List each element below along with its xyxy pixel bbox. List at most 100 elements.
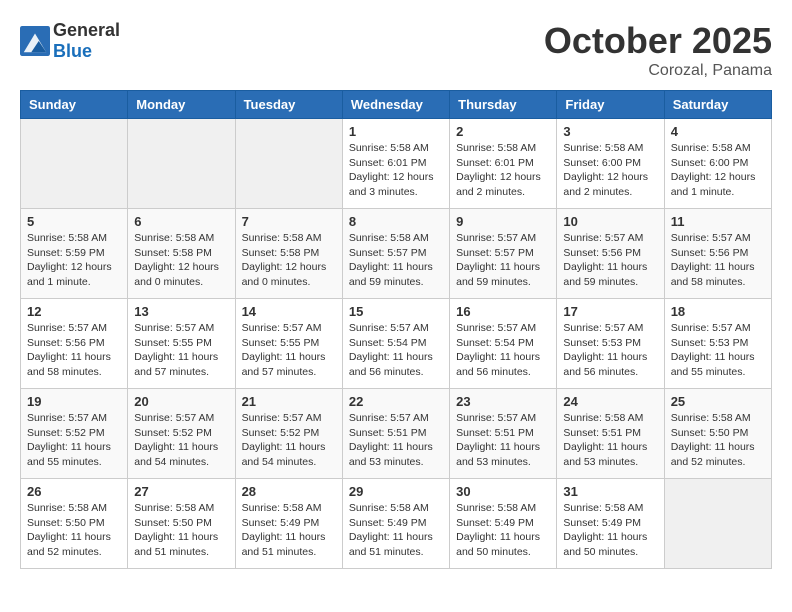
day-number: 19: [27, 394, 121, 409]
day-info: Sunrise: 5:57 AM Sunset: 5:56 PM Dayligh…: [563, 231, 657, 290]
day-info: Sunrise: 5:57 AM Sunset: 5:52 PM Dayligh…: [242, 411, 336, 470]
calendar-cell: 5 Sunrise: 5:58 AM Sunset: 5:59 PM Daylig…: [21, 209, 128, 299]
calendar-cell: 19 Sunrise: 5:57 AM Sunset: 5:52 PM Dayli…: [21, 389, 128, 479]
day-number: 30: [456, 484, 550, 499]
day-info: Sunrise: 5:58 AM Sunset: 5:58 PM Dayligh…: [134, 231, 228, 290]
day-number: 31: [563, 484, 657, 499]
month-title: October 2025: [544, 20, 772, 62]
calendar-week-row: 5 Sunrise: 5:58 AM Sunset: 5:59 PM Daylig…: [21, 209, 772, 299]
calendar-cell: [664, 479, 771, 569]
day-number: 18: [671, 304, 765, 319]
day-number: 17: [563, 304, 657, 319]
day-info: Sunrise: 5:57 AM Sunset: 5:55 PM Dayligh…: [242, 321, 336, 380]
page-header: General Blue October 2025 Corozal, Panam…: [20, 20, 772, 80]
day-number: 12: [27, 304, 121, 319]
logo-general-text: General: [53, 20, 120, 40]
day-info: Sunrise: 5:57 AM Sunset: 5:51 PM Dayligh…: [456, 411, 550, 470]
calendar-cell: 3Sunrise: 5:58 AM Sunset: 6:00 PM Daylig…: [557, 119, 664, 209]
day-info: Sunrise: 5:58 AM Sunset: 6:00 PM Dayligh…: [671, 141, 765, 200]
day-number: 20: [134, 394, 228, 409]
day-info: Sunrise: 5:58 AM Sunset: 5:58 PM Dayligh…: [242, 231, 336, 290]
day-info: Sunrise: 5:57 AM Sunset: 5:56 PM Dayligh…: [671, 231, 765, 290]
calendar-cell: 29 Sunrise: 5:58 AM Sunset: 5:49 PM Dayli…: [342, 479, 449, 569]
day-number: 5: [27, 214, 121, 229]
day-info: Sunrise: 5:58 AM Sunset: 5:50 PM Dayligh…: [134, 501, 228, 560]
day-number: 28: [242, 484, 336, 499]
calendar-cell: 28 Sunrise: 5:58 AM Sunset: 5:49 PM Dayli…: [235, 479, 342, 569]
day-info: Sunrise: 5:58 AM Sunset: 5:49 PM Dayligh…: [456, 501, 550, 560]
day-number: 27: [134, 484, 228, 499]
location: Corozal, Panama: [544, 62, 772, 80]
day-number: 3: [563, 124, 657, 139]
day-number: 11: [671, 214, 765, 229]
calendar-table: SundayMondayTuesdayWednesdayThursdayFrid…: [20, 90, 772, 569]
calendar-cell: 20Sunrise: 5:57 AM Sunset: 5:52 PM Dayli…: [128, 389, 235, 479]
day-number: 24: [563, 394, 657, 409]
calendar-cell: 31 Sunrise: 5:58 AM Sunset: 5:49 PM Dayli…: [557, 479, 664, 569]
calendar-cell: 13 Sunrise: 5:57 AM Sunset: 5:55 PM Dayli…: [128, 299, 235, 389]
calendar-cell: 11 Sunrise: 5:57 AM Sunset: 5:56 PM Dayli…: [664, 209, 771, 299]
day-number: 14: [242, 304, 336, 319]
column-header-sunday: Sunday: [21, 91, 128, 119]
day-info: Sunrise: 5:57 AM Sunset: 5:54 PM Dayligh…: [456, 321, 550, 380]
day-info: Sunrise: 5:58 AM Sunset: 5:49 PM Dayligh…: [242, 501, 336, 560]
day-number: 6: [134, 214, 228, 229]
column-header-saturday: Saturday: [664, 91, 771, 119]
day-info: Sunrise: 5:57 AM Sunset: 5:55 PM Dayligh…: [134, 321, 228, 380]
day-info: Sunrise: 5:57 AM Sunset: 5:56 PM Dayligh…: [27, 321, 121, 380]
logo: General Blue: [20, 20, 120, 62]
calendar-cell: 16 Sunrise: 5:57 AM Sunset: 5:54 PM Dayli…: [450, 299, 557, 389]
calendar-cell: 30 Sunrise: 5:58 AM Sunset: 5:49 PM Dayli…: [450, 479, 557, 569]
day-number: 8: [349, 214, 443, 229]
day-number: 26: [27, 484, 121, 499]
calendar-cell: 1 Sunrise: 5:58 AM Sunset: 6:01 PM Daylig…: [342, 119, 449, 209]
calendar-header-row: SundayMondayTuesdayWednesdayThursdayFrid…: [21, 91, 772, 119]
day-number: 16: [456, 304, 550, 319]
calendar-cell: 23 Sunrise: 5:57 AM Sunset: 5:51 PM Dayli…: [450, 389, 557, 479]
day-info: Sunrise: 5:58 AM Sunset: 6:01 PM Dayligh…: [349, 141, 443, 200]
calendar-cell: 27 Sunrise: 5:58 AM Sunset: 5:50 PM Dayli…: [128, 479, 235, 569]
calendar-cell: 8 Sunrise: 5:58 AM Sunset: 5:57 PM Daylig…: [342, 209, 449, 299]
day-info: Sunrise: 5:58 AM Sunset: 5:50 PM Dayligh…: [27, 501, 121, 560]
calendar-week-row: 26 Sunrise: 5:58 AM Sunset: 5:50 PM Dayli…: [21, 479, 772, 569]
calendar-cell: 4Sunrise: 5:58 AM Sunset: 6:00 PM Daylig…: [664, 119, 771, 209]
day-info: Sunrise: 5:57 AM Sunset: 5:53 PM Dayligh…: [671, 321, 765, 380]
calendar-cell: 25Sunrise: 5:58 AM Sunset: 5:50 PM Dayli…: [664, 389, 771, 479]
day-number: 10: [563, 214, 657, 229]
calendar-cell: 15 Sunrise: 5:57 AM Sunset: 5:54 PM Dayli…: [342, 299, 449, 389]
day-number: 7: [242, 214, 336, 229]
calendar-cell: [21, 119, 128, 209]
day-number: 21: [242, 394, 336, 409]
calendar-cell: 12 Sunrise: 5:57 AM Sunset: 5:56 PM Dayli…: [21, 299, 128, 389]
calendar-week-row: 12 Sunrise: 5:57 AM Sunset: 5:56 PM Dayli…: [21, 299, 772, 389]
column-header-tuesday: Tuesday: [235, 91, 342, 119]
day-info: Sunrise: 5:58 AM Sunset: 5:57 PM Dayligh…: [349, 231, 443, 290]
day-number: 22: [349, 394, 443, 409]
calendar-cell: [128, 119, 235, 209]
column-header-thursday: Thursday: [450, 91, 557, 119]
day-info: Sunrise: 5:58 AM Sunset: 5:59 PM Dayligh…: [27, 231, 121, 290]
title-block: October 2025 Corozal, Panama: [544, 20, 772, 80]
calendar-week-row: 19 Sunrise: 5:57 AM Sunset: 5:52 PM Dayli…: [21, 389, 772, 479]
day-number: 2: [456, 124, 550, 139]
day-number: 15: [349, 304, 443, 319]
calendar-cell: 7 Sunrise: 5:58 AM Sunset: 5:58 PM Daylig…: [235, 209, 342, 299]
logo-blue-text: Blue: [53, 41, 92, 61]
day-info: Sunrise: 5:58 AM Sunset: 6:01 PM Dayligh…: [456, 141, 550, 200]
day-number: 13: [134, 304, 228, 319]
calendar-cell: 17 Sunrise: 5:57 AM Sunset: 5:53 PM Dayli…: [557, 299, 664, 389]
day-number: 29: [349, 484, 443, 499]
day-number: 23: [456, 394, 550, 409]
day-info: Sunrise: 5:57 AM Sunset: 5:52 PM Dayligh…: [27, 411, 121, 470]
column-header-monday: Monday: [128, 91, 235, 119]
calendar-week-row: 1 Sunrise: 5:58 AM Sunset: 6:01 PM Daylig…: [21, 119, 772, 209]
calendar-cell: 18 Sunrise: 5:57 AM Sunset: 5:53 PM Dayli…: [664, 299, 771, 389]
calendar-cell: [235, 119, 342, 209]
calendar-cell: 24Sunrise: 5:58 AM Sunset: 5:51 PM Dayli…: [557, 389, 664, 479]
day-info: Sunrise: 5:58 AM Sunset: 5:49 PM Dayligh…: [563, 501, 657, 560]
day-info: Sunrise: 5:57 AM Sunset: 5:53 PM Dayligh…: [563, 321, 657, 380]
day-info: Sunrise: 5:58 AM Sunset: 5:49 PM Dayligh…: [349, 501, 443, 560]
day-info: Sunrise: 5:57 AM Sunset: 5:54 PM Dayligh…: [349, 321, 443, 380]
day-number: 1: [349, 124, 443, 139]
column-header-friday: Friday: [557, 91, 664, 119]
